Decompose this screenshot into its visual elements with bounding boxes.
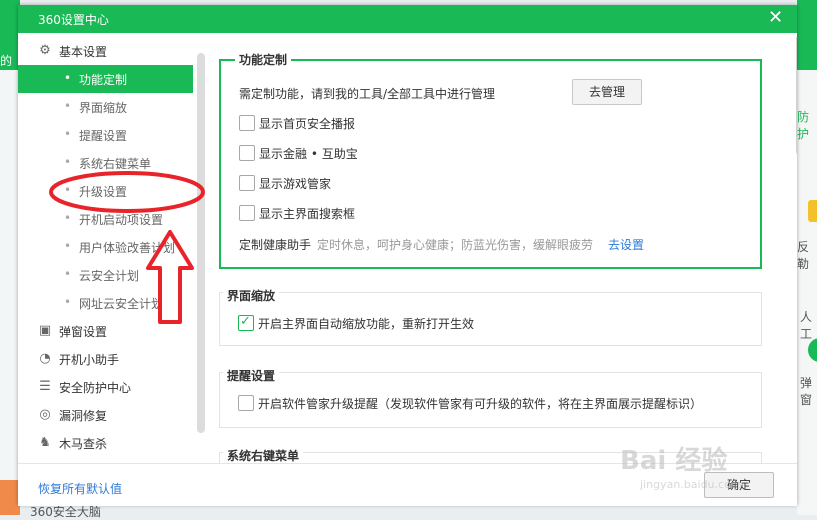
background-decoration xyxy=(0,480,20,515)
content-scrollbar[interactable] xyxy=(796,35,797,155)
gear-icon: ⚙ xyxy=(39,43,51,58)
sidebar-item-upgrade-settings[interactable]: • 升级设置 xyxy=(18,177,193,205)
section-feature-custom: 功能定制 需定制功能，请到我的工具/全部工具中进行管理 去管理 显示首页安全播报… xyxy=(219,51,762,269)
health-assistant-desc: 定时休息，呵护身心健康；防蓝光伤害，缓解眼疲劳 xyxy=(317,238,594,252)
background-right-text: 弹窗 xyxy=(800,376,813,407)
timer-icon: ◔ xyxy=(39,351,51,366)
bullet-icon: • xyxy=(64,71,72,85)
sidebar-item-label: 提醒设置 xyxy=(79,129,128,143)
custom-intro-text: 需定制功能，请到我的工具/全部工具中进行管理 xyxy=(239,87,496,101)
section-ui-zoom: 界面缩放 开启主界面自动缩放功能，重新打开生效 xyxy=(219,287,762,346)
bullet-icon: • xyxy=(64,267,72,281)
checkbox-search-box[interactable] xyxy=(239,205,255,221)
sidebar: ⚙ 基本设置 • 功能定制 • 界面缩放 • 提醒设置 • 系统右键菜单 • 升… xyxy=(18,33,193,463)
sidebar-group-label: 开机小助手 xyxy=(59,353,120,367)
bullet-icon: • xyxy=(64,295,72,309)
checkbox-label: 显示金融 • 互助宝 xyxy=(259,147,358,161)
section-title: 系统右键菜单 xyxy=(223,447,304,463)
sidebar-group-basic-settings[interactable]: ⚙ 基本设置 xyxy=(18,37,193,65)
checkbox-label: 开启软件管家升级提醒（发现软件管家有可升级的软件，将在主界面展示提醒标识） xyxy=(258,397,703,411)
sidebar-item-context-menu[interactable]: • 系统右键菜单 xyxy=(18,149,193,177)
bullet-icon: • xyxy=(64,183,72,197)
sidebar-item-url-cloud-security[interactable]: • 网址云安全计划 xyxy=(18,289,193,317)
background-right-icon xyxy=(808,200,817,222)
settings-dialog: 360设置中心 ✕ ⚙ 基本设置 • 功能定制 • 界面缩放 • 提醒设置 • … xyxy=(18,5,797,506)
manage-button[interactable]: 去管理 xyxy=(572,79,642,105)
checkbox-label: 显示首页安全播报 xyxy=(259,117,356,131)
health-assistant-label: 定制健康助手 xyxy=(239,238,312,252)
sidebar-item-label: 开机启动项设置 xyxy=(79,213,164,227)
sidebar-item-label: 云安全计划 xyxy=(79,269,140,283)
horse-icon: ♞ xyxy=(39,435,51,450)
sidebar-scrollbar[interactable] xyxy=(197,53,205,433)
sidebar-group-label: 漏洞修复 xyxy=(59,409,108,423)
background-app-left xyxy=(0,0,20,515)
dialog-title: 360设置中心 xyxy=(38,13,109,27)
section-reminder: 提醒设置 开启软件管家升级提醒（发现软件管家有可升级的软件，将在主界面展示提醒标… xyxy=(219,367,762,428)
settings-content: 功能定制 需定制功能，请到我的工具/全部工具中进行管理 去管理 显示首页安全播报… xyxy=(206,33,797,463)
sidebar-item-cloud-security[interactable]: • 云安全计划 xyxy=(18,261,193,289)
sidebar-group-protection-center[interactable]: ☰ 安全防护中心 xyxy=(18,373,193,401)
section-title: 界面缩放 xyxy=(223,287,280,304)
sidebar-group-popup[interactable]: ▣ 弹窗设置 xyxy=(18,317,193,345)
section-title: 提醒设置 xyxy=(223,367,280,384)
section-title: 功能定制 xyxy=(235,51,292,68)
bullet-icon: • xyxy=(64,99,72,113)
close-icon[interactable]: ✕ xyxy=(768,7,783,28)
bullet-icon: • xyxy=(64,211,72,225)
sidebar-group-label: 安全防护中心 xyxy=(59,381,132,395)
dialog-titlebar[interactable]: 360设置中心 ✕ xyxy=(18,5,797,33)
sidebar-item-startup[interactable]: • 开机启动项设置 xyxy=(18,205,193,233)
checkbox-finance[interactable] xyxy=(239,145,255,161)
bullet-icon: • xyxy=(64,127,72,141)
sidebar-group-label: 基本设置 xyxy=(59,45,108,59)
background-right-text: 人工 xyxy=(800,310,813,341)
checkbox-game-manager[interactable] xyxy=(239,175,255,191)
sidebar-item-label: 网址云安全计划 xyxy=(79,297,164,311)
sidebar-item-label: 功能定制 xyxy=(79,73,128,87)
watermark-url: jingyan.baidu.com xyxy=(640,478,742,491)
background-app-header-right xyxy=(797,0,817,70)
sidebar-group-label: 弹窗设置 xyxy=(59,325,108,339)
watermark-logo: Bai 经验 xyxy=(620,446,728,476)
sidebar-item-label: 系统右键菜单 xyxy=(79,157,152,171)
window-icon: ▣ xyxy=(38,323,52,338)
target-icon: ◎ xyxy=(39,407,51,422)
sliders-icon: ☰ xyxy=(39,379,51,394)
background-left-text: 的 xyxy=(0,54,13,68)
checkbox-auto-zoom[interactable] xyxy=(238,314,254,331)
bullet-icon: • xyxy=(64,155,72,169)
sidebar-group-label: 木马查杀 xyxy=(59,437,108,451)
sidebar-group-boot-assistant[interactable]: ◔ 开机小助手 xyxy=(18,345,193,373)
sidebar-item-label: 用户体验改善计划 xyxy=(79,241,176,255)
sidebar-group-trojan-scan[interactable]: ♞ 木马查杀 xyxy=(18,429,193,457)
restore-defaults-link[interactable]: 恢复所有默认值 xyxy=(38,480,122,497)
background-right-text: 防护 xyxy=(797,110,810,141)
checkbox-label: 显示游戏管家 xyxy=(259,177,332,191)
background-right-text: 反勒 xyxy=(797,240,810,271)
checkbox-upgrade-reminder[interactable] xyxy=(238,395,254,411)
sidebar-item-ux-plan[interactable]: • 用户体验改善计划 xyxy=(18,233,193,261)
checkbox-label: 显示主界面搜索框 xyxy=(259,207,356,221)
sidebar-item-reminder[interactable]: • 提醒设置 xyxy=(18,121,193,149)
bullet-icon: • xyxy=(64,239,72,253)
sidebar-item-label: 升级设置 xyxy=(79,185,128,199)
sidebar-item-label: 界面缩放 xyxy=(79,101,128,115)
sidebar-group-vuln-fix[interactable]: ◎ 漏洞修复 xyxy=(18,401,193,429)
health-settings-link[interactable]: 去设置 xyxy=(608,236,644,253)
checkbox-security-broadcast[interactable] xyxy=(239,115,255,131)
checkbox-label: 开启主界面自动缩放功能，重新打开生效 xyxy=(258,317,475,331)
sidebar-item-ui-zoom[interactable]: • 界面缩放 xyxy=(18,93,193,121)
sidebar-item-feature-custom[interactable]: • 功能定制 xyxy=(18,65,193,93)
